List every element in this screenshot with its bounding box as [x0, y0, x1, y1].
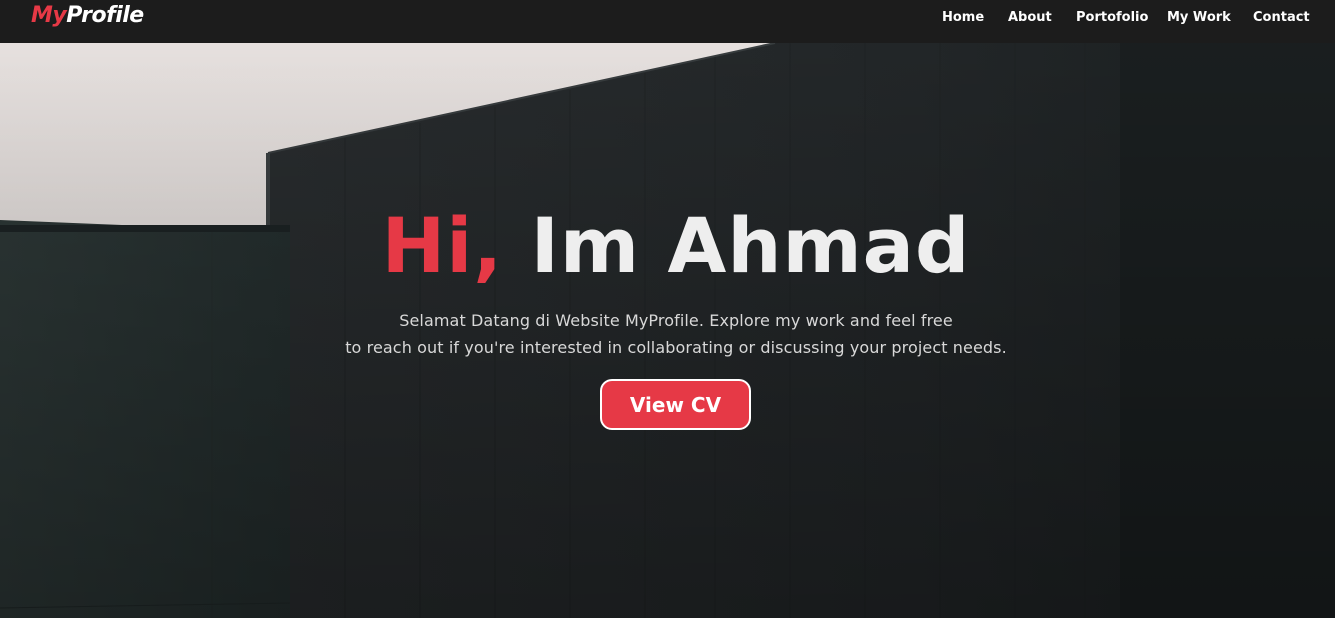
nav-portofolio-link[interactable]: Portofolio [1076, 10, 1148, 25]
hero-title: Hi, Im Ahmad [0, 201, 1335, 290]
hero-subtitle-line-1: Selamat Datang di Website MyProfile. Exp… [399, 311, 953, 330]
hero-content: Hi, Im Ahmad Selamat Datang di Website M… [0, 43, 1335, 618]
nav-home-link[interactable]: Home [942, 10, 984, 25]
hero-name: Im Ahmad [503, 201, 971, 290]
hero-greeting: Hi, [381, 201, 504, 290]
navbar: MyProfile Home About Portofolio My Work … [0, 0, 1335, 43]
view-cv-button[interactable]: View CV [600, 379, 751, 430]
nav-about-link[interactable]: About [1008, 10, 1052, 25]
nav-my-work-link[interactable]: My Work [1167, 10, 1231, 25]
nav-contact-link[interactable]: Contact [1253, 10, 1310, 25]
nav-links: Home About Portofolio My Work Contact [0, 10, 1335, 30]
hero-section: Hi, Im Ahmad Selamat Datang di Website M… [0, 43, 1335, 618]
hero-subtitle-line-2: to reach out if you're interested in col… [345, 338, 1007, 357]
